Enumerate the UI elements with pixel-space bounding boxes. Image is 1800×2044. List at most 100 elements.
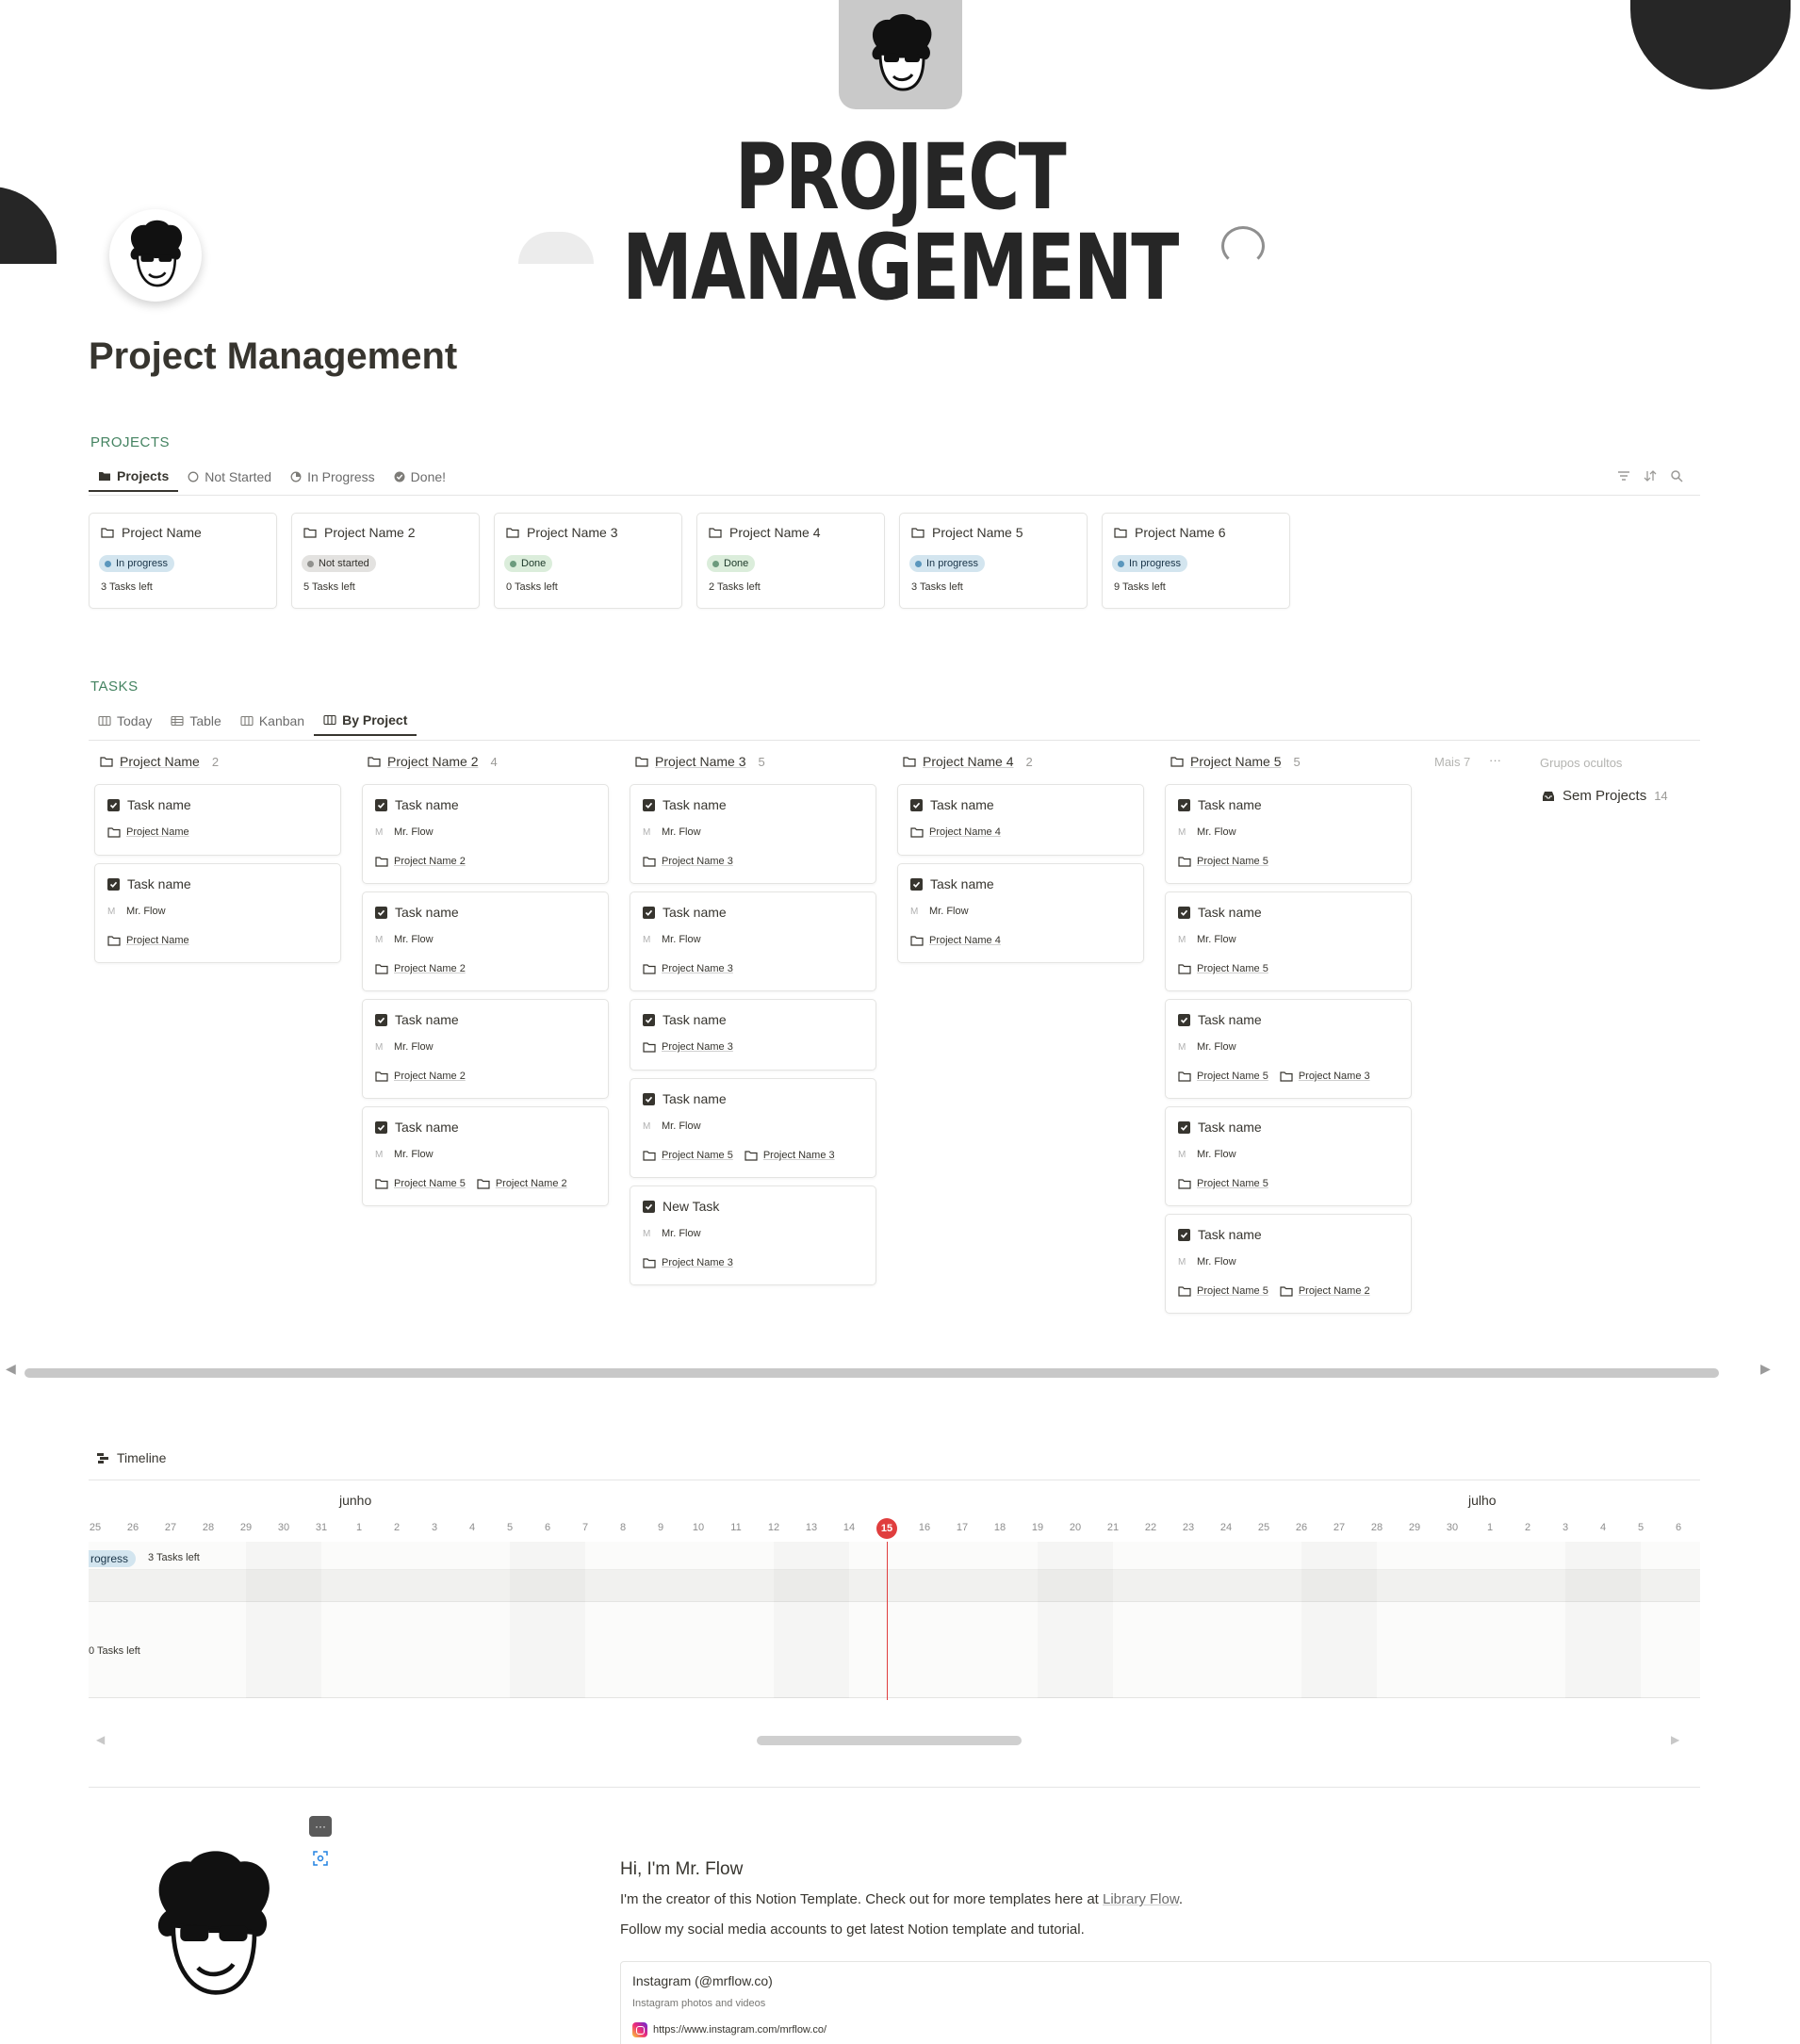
board-column-header[interactable]: Project Name 5 5 bbox=[1170, 754, 1301, 769]
task-card[interactable]: Task name Project Name 4 bbox=[897, 784, 1144, 856]
checkbox-checked-icon[interactable] bbox=[643, 798, 655, 811]
instagram-bookmark[interactable]: Instagram (@mrflow.co) Instagram photos … bbox=[620, 1961, 1711, 2044]
task-project-link[interactable]: Project Name 5 bbox=[1197, 1071, 1268, 1082]
tab-in-progress[interactable]: In Progress bbox=[281, 462, 385, 492]
project-card[interactable]: Project Name 4 Done 2 Tasks left bbox=[696, 513, 885, 609]
task-project-link[interactable]: Project Name 3 bbox=[662, 1257, 733, 1268]
task-project-link[interactable]: Project Name 5 bbox=[1197, 963, 1268, 974]
board-column-header[interactable]: Project Name 3 5 bbox=[635, 754, 765, 769]
scroll-left-arrow[interactable]: ◀ bbox=[6, 1361, 16, 1377]
timeline-scroll-right[interactable]: ▶ bbox=[1671, 1733, 1679, 1746]
tab-table[interactable]: Table bbox=[161, 706, 230, 736]
project-card[interactable]: Project Name In progress 3 Tasks left bbox=[89, 513, 277, 609]
task-project-link[interactable]: Project Name 3 bbox=[763, 1150, 835, 1161]
task-card[interactable]: Task name M Mr. Flow Project Name 5 bbox=[1165, 784, 1412, 884]
checkbox-checked-icon[interactable] bbox=[643, 1092, 655, 1105]
timeline-scroll-left[interactable]: ◀ bbox=[96, 1733, 105, 1746]
task-project-link[interactable]: Project Name 5 bbox=[1197, 856, 1268, 867]
timeline-day: 1 bbox=[1486, 1522, 1494, 1533]
task-project-link[interactable]: Project Name 2 bbox=[394, 856, 466, 867]
board-column-header[interactable]: Project Name 2 4 bbox=[368, 754, 498, 769]
checkbox-checked-icon[interactable] bbox=[107, 877, 120, 891]
library-flow-link[interactable]: Library Flow bbox=[1103, 1891, 1179, 1907]
task-project-link[interactable]: Project Name 2 bbox=[394, 963, 466, 974]
task-card[interactable]: Task name M Mr. Flow Project Name 3 bbox=[630, 891, 876, 991]
project-card[interactable]: Project Name 2 Not started 5 Tasks left bbox=[291, 513, 480, 609]
task-card[interactable]: Task name M Mr. Flow Project Name 5 Project … bbox=[630, 1078, 876, 1178]
board-column-header[interactable]: Project Name 4 2 bbox=[903, 754, 1033, 769]
task-project-link[interactable]: Project Name 3 bbox=[662, 963, 733, 974]
task-card[interactable]: Task name M Mr. Flow Project Name 5 bbox=[1165, 1106, 1412, 1206]
task-card[interactable]: New Task M Mr. Flow Project Name 3 bbox=[630, 1186, 876, 1285]
task-project-link[interactable]: Project Name 3 bbox=[662, 1041, 733, 1053]
task-project-link[interactable]: Project Name bbox=[126, 826, 189, 838]
task-card[interactable]: Task name M Mr. Flow Project Name 3 bbox=[630, 784, 876, 884]
hidden-group-sem-projects[interactable]: Sem Projects 14 bbox=[1542, 788, 1668, 804]
task-card[interactable]: Task name Project Name 3 bbox=[630, 999, 876, 1071]
task-project-link[interactable]: Project Name 2 bbox=[1299, 1285, 1370, 1297]
task-card[interactable]: Task name M Mr. Flow Project Name 2 bbox=[362, 784, 609, 884]
checkbox-checked-icon[interactable] bbox=[107, 798, 120, 811]
task-project-link[interactable]: Project Name 5 bbox=[394, 1178, 466, 1189]
task-project-link[interactable]: Project Name 3 bbox=[662, 856, 733, 867]
tab-by-project[interactable]: By Project bbox=[314, 706, 417, 736]
task-card[interactable]: Task name M Mr. Flow Project Name 2 bbox=[362, 999, 609, 1099]
task-card[interactable]: Task name M Mr. Flow Project Name 4 bbox=[897, 863, 1144, 963]
project-card[interactable]: Project Name 6 In progress 9 Tasks left bbox=[1102, 513, 1290, 609]
scroll-right-arrow[interactable]: ▶ bbox=[1760, 1361, 1771, 1377]
timeline-day: 26 bbox=[1295, 1522, 1308, 1533]
task-card[interactable]: Task name M Mr. Flow Project Name 2 bbox=[362, 891, 609, 991]
task-project-link[interactable]: Project Name 4 bbox=[929, 935, 1001, 946]
task-project-row: Project Name 3 bbox=[643, 1257, 739, 1268]
tab-projects[interactable]: Projects bbox=[89, 462, 179, 492]
tab-kanban[interactable]: Kanban bbox=[231, 706, 314, 736]
checkbox-checked-icon[interactable] bbox=[1178, 1013, 1190, 1026]
task-project-link[interactable]: Project Name 2 bbox=[496, 1178, 567, 1189]
task-card[interactable]: Task name M Mr. Flow Project Name 5 Project … bbox=[1165, 999, 1412, 1099]
board-column-header[interactable]: Project Name 2 bbox=[100, 754, 219, 769]
board-horizontal-scrollbar[interactable] bbox=[25, 1368, 1719, 1378]
project-card[interactable]: Project Name 3 Done 0 Tasks left bbox=[494, 513, 682, 609]
task-card[interactable]: Task name M Mr. Flow Project Name 5 Project … bbox=[1165, 1214, 1412, 1314]
task-project-link[interactable]: Project Name 4 bbox=[929, 826, 1001, 838]
task-project-link[interactable]: Project Name 2 bbox=[394, 1071, 466, 1082]
page-icon[interactable] bbox=[109, 209, 202, 302]
filter-icon[interactable] bbox=[1617, 469, 1630, 482]
circle-empty-icon bbox=[188, 471, 199, 482]
checkbox-checked-icon[interactable] bbox=[1178, 798, 1190, 811]
timeline-horizontal-scrollbar[interactable] bbox=[757, 1736, 1022, 1745]
task-project-link[interactable]: Project Name bbox=[126, 935, 189, 946]
task-card[interactable]: Task name M Mr. Flow Project Name 5 bbox=[1165, 891, 1412, 991]
tab-today[interactable]: Today bbox=[89, 706, 161, 736]
checkbox-checked-icon[interactable] bbox=[375, 1013, 387, 1026]
task-card[interactable]: Task name Project Name bbox=[94, 784, 341, 856]
task-card[interactable]: Task name M Mr. Flow Project Name 5 Project … bbox=[362, 1106, 609, 1206]
checkbox-checked-icon[interactable] bbox=[910, 798, 923, 811]
checkbox-checked-icon[interactable] bbox=[375, 1120, 387, 1134]
checkbox-checked-icon[interactable] bbox=[1178, 1120, 1190, 1134]
tab-not-started[interactable]: Not Started bbox=[178, 462, 281, 492]
checkbox-checked-icon[interactable] bbox=[910, 877, 923, 891]
more-groups-label[interactable]: Mais 7 bbox=[1434, 755, 1470, 769]
block-more-button[interactable]: ··· bbox=[309, 1816, 332, 1837]
project-card[interactable]: Project Name 5 In progress 3 Tasks left bbox=[899, 513, 1088, 609]
timeline-icon bbox=[97, 1453, 108, 1464]
task-project-link[interactable]: Project Name 5 bbox=[662, 1150, 733, 1161]
checkbox-checked-icon[interactable] bbox=[1178, 906, 1190, 919]
sort-icon[interactable] bbox=[1644, 469, 1657, 482]
checkbox-checked-icon[interactable] bbox=[643, 1013, 655, 1026]
more-menu-button[interactable]: ··· bbox=[1489, 753, 1501, 767]
timeline-tab[interactable]: Timeline bbox=[96, 1450, 166, 1465]
checkbox-checked-icon[interactable] bbox=[643, 1200, 655, 1213]
checkbox-checked-icon[interactable] bbox=[643, 906, 655, 919]
task-project-link[interactable]: Project Name 5 bbox=[1197, 1178, 1268, 1189]
task-project-link[interactable]: Project Name 5 bbox=[1197, 1285, 1268, 1297]
scan-icon[interactable] bbox=[311, 1849, 330, 1868]
checkbox-checked-icon[interactable] bbox=[1178, 1228, 1190, 1241]
task-card[interactable]: Task name M Mr. Flow Project Name bbox=[94, 863, 341, 963]
tab-done[interactable]: Done! bbox=[385, 462, 455, 492]
checkbox-checked-icon[interactable] bbox=[375, 906, 387, 919]
search-icon[interactable] bbox=[1670, 469, 1683, 482]
task-project-link[interactable]: Project Name 3 bbox=[1299, 1071, 1370, 1082]
checkbox-checked-icon[interactable] bbox=[375, 798, 387, 811]
